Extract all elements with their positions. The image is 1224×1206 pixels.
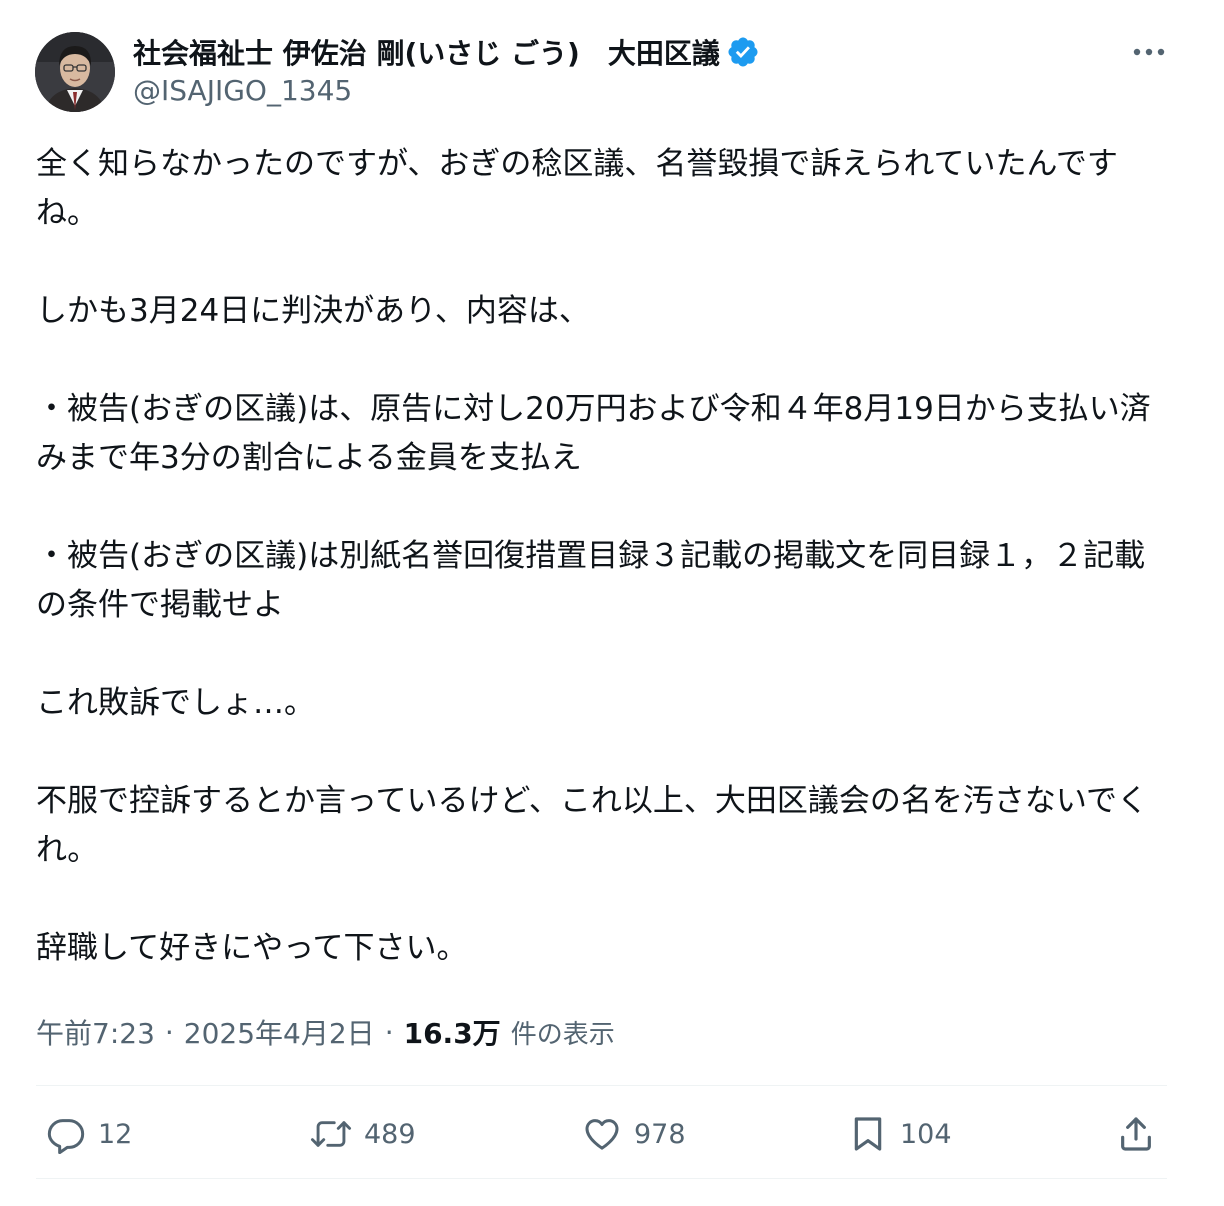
verified-badge-icon bbox=[726, 35, 760, 69]
meta-separator: · bbox=[384, 1015, 394, 1049]
share-icon bbox=[1121, 1117, 1151, 1151]
more-icon bbox=[1133, 48, 1165, 56]
repost-count: 489 bbox=[364, 1118, 416, 1150]
share-button[interactable] bbox=[1116, 1108, 1156, 1160]
repost-button[interactable]: 489 bbox=[310, 1108, 416, 1160]
tweet-meta: 午前7:23 · 2025年4月2日 · 16.3万 件の表示 bbox=[36, 1010, 615, 1054]
like-button[interactable]: 978 bbox=[582, 1108, 686, 1160]
post-time[interactable]: 午前7:23 bbox=[36, 1012, 155, 1052]
tweet-paragraph: ・被告(おぎの区議)は、原告に対し20万円および令和４年8月19日から支払い済み… bbox=[36, 391, 1151, 476]
repost-icon bbox=[310, 1121, 352, 1147]
tweet-text: 全く知らなかったのですが、おぎの稔区議、名誉毀損で訴えられていたんですね。 しか… bbox=[36, 140, 1176, 973]
bookmark-button[interactable]: 104 bbox=[848, 1108, 952, 1160]
author-name-row[interactable]: 社会福祉士 伊佐治 剛(いさじ ごう) 大田区議 bbox=[133, 30, 760, 74]
bookmark-count: 104 bbox=[900, 1118, 952, 1150]
more-options-button[interactable] bbox=[1126, 34, 1172, 70]
tweet-paragraph: 辞職して好きにやって下さい。 bbox=[36, 930, 468, 966]
author-handle[interactable]: @ISAJIGO_1345 bbox=[133, 74, 352, 107]
tweet-paragraph: 不服で控訴するとか言っているけど、これ以上、大田区議会の名を汚さないでくれ。 bbox=[36, 783, 1148, 868]
bookmark-icon bbox=[854, 1117, 882, 1151]
heart-icon bbox=[585, 1119, 619, 1150]
display-name[interactable]: 社会福祉士 伊佐治 剛(いさじ ごう) 大田区議 bbox=[133, 32, 720, 72]
views-count[interactable]: 16.3万 bbox=[404, 1012, 501, 1052]
tweet-paragraph: 全く知らなかったのですが、おぎの稔区議、名誉毀損で訴えられていたんですね。 bbox=[36, 146, 1118, 231]
tweet-paragraph: しかも3月24日に判決があり、内容は、 bbox=[36, 293, 590, 329]
avatar-photo bbox=[35, 32, 115, 112]
reply-icon bbox=[47, 1119, 85, 1154]
avatar[interactable] bbox=[35, 32, 115, 112]
meta-separator: · bbox=[164, 1015, 174, 1049]
tweet-paragraph: これ敗訴でしょ…。 bbox=[36, 685, 315, 721]
like-count: 978 bbox=[634, 1118, 686, 1150]
action-bar: 12 489 978 104 bbox=[36, 1108, 1167, 1160]
views-label: 件の表示 bbox=[510, 1019, 615, 1050]
tweet: 社会福祉士 伊佐治 剛(いさじ ごう) 大田区議 @ISAJIGO_1345 全… bbox=[0, 0, 1224, 1206]
post-date[interactable]: 2025年4月2日 bbox=[184, 1012, 375, 1052]
reply-count: 12 bbox=[98, 1118, 133, 1150]
tweet-paragraph: ・被告(おぎの区議)は別紙名誉回復措置目録３記載の掲載文を同目録１，２記載の条件… bbox=[36, 538, 1146, 623]
reply-button[interactable]: 12 bbox=[46, 1108, 132, 1160]
divider bbox=[36, 1178, 1167, 1179]
divider bbox=[36, 1085, 1167, 1086]
